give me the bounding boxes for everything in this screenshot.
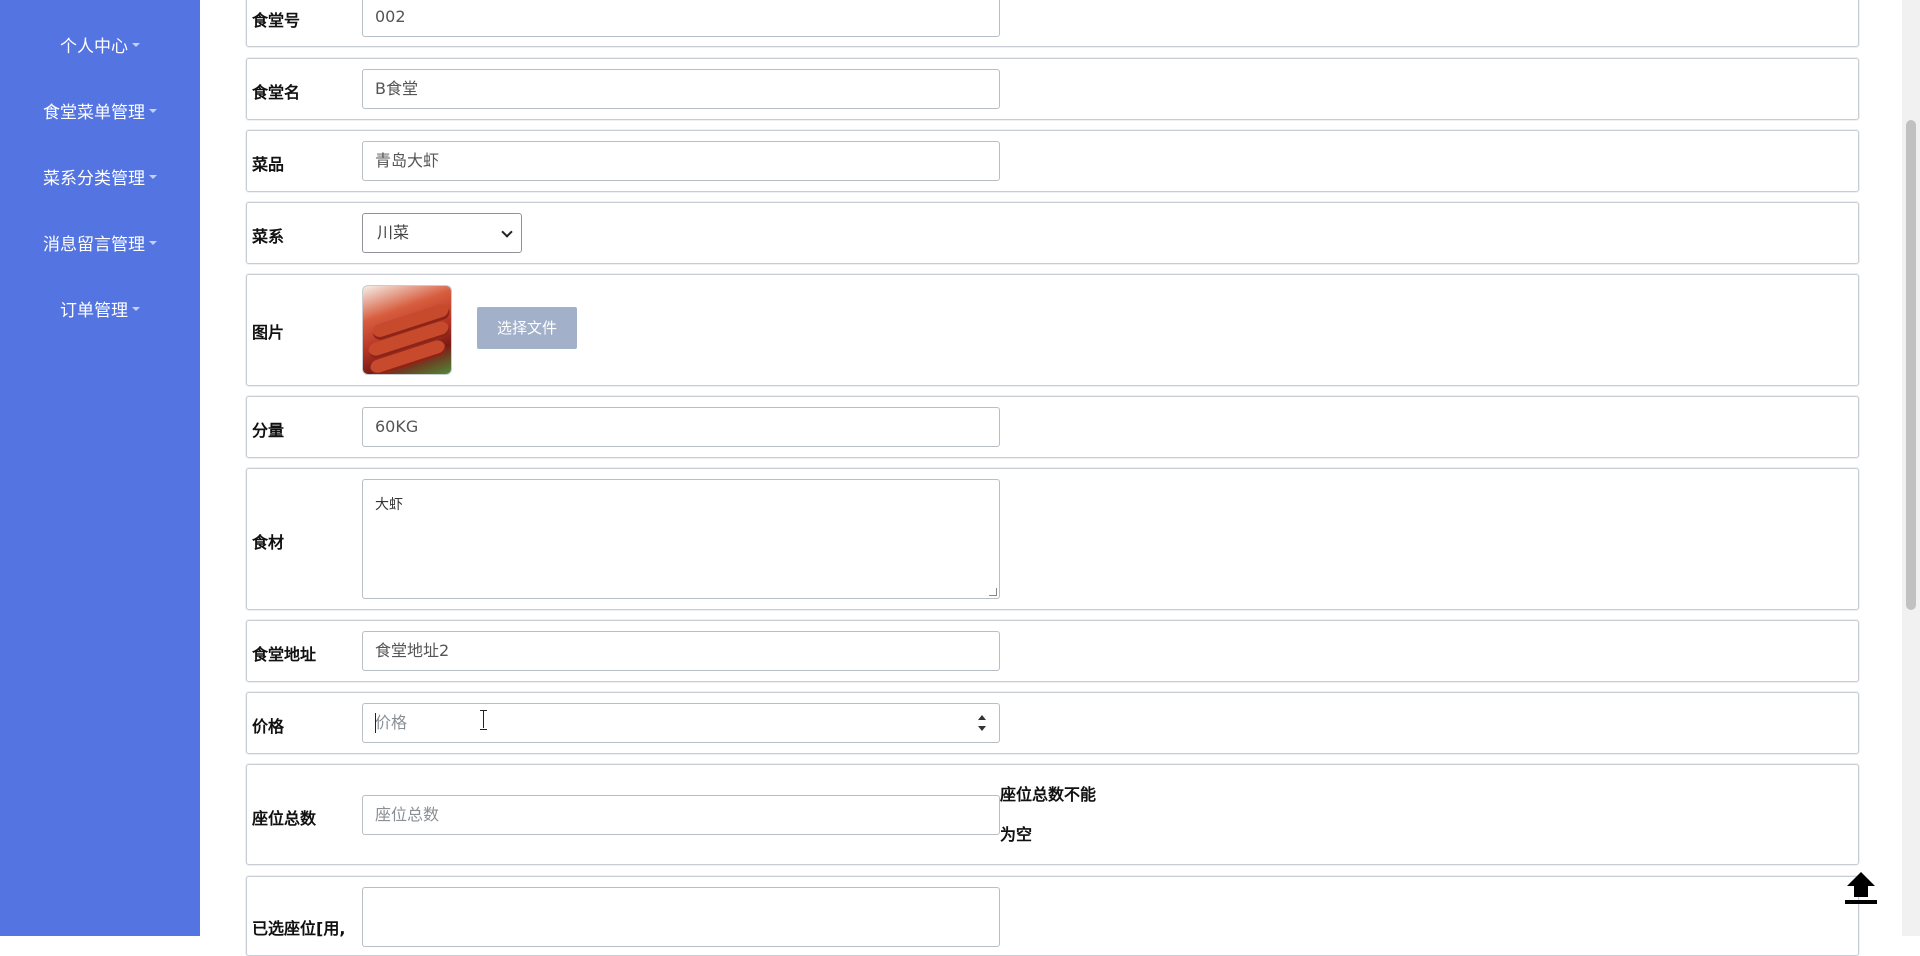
seats-total-error-line1: 座位总数不能 (1000, 785, 1097, 804)
sidebar-item-canteen-menu[interactable]: 食堂菜单管理 (0, 98, 200, 128)
price-label: 价格 (252, 717, 285, 736)
form-row-ingredients: 食材 大虾 (246, 468, 1859, 610)
cuisine-select-value: 川菜 (377, 223, 410, 242)
selected-seats-input[interactable] (362, 887, 1000, 947)
dish-label: 菜品 (252, 155, 285, 174)
sidebar-item-messages[interactable]: 消息留言管理 (0, 230, 200, 260)
seats-total-error-line2: 为空 (1000, 825, 1033, 844)
portion-input[interactable]: 60KG (362, 407, 1000, 447)
ingredients-value: 大虾 (375, 497, 403, 513)
canteen-no-input[interactable]: 002 (362, 0, 1000, 37)
seats-total-input[interactable]: 座位总数 (362, 795, 1000, 835)
form-row-dish: 菜品 青岛大虾 (246, 130, 1859, 192)
selected-seats-label: 已选座位[用, (252, 919, 346, 938)
text-caret (375, 713, 376, 733)
caret-down-icon (132, 307, 140, 311)
chevron-down-icon (501, 226, 513, 238)
sidebar: 个人中心 食堂菜单管理 菜系分类管理 消息留言管理 订单管理 (0, 0, 200, 936)
caret-down-icon (132, 43, 140, 47)
caret-down-icon (149, 175, 157, 179)
canteen-name-input[interactable]: B食堂 (362, 69, 1000, 109)
price-input[interactable]: 价格 (362, 703, 1000, 743)
caret-down-icon (149, 109, 157, 113)
sidebar-item-orders[interactable]: 订单管理 (0, 296, 200, 326)
cuisine-label: 菜系 (252, 227, 285, 246)
canteen-no-label: 食堂号 (252, 11, 301, 30)
seats-total-label: 座位总数 (252, 809, 317, 828)
sidebar-item-label: 消息留言管理 (43, 235, 145, 255)
form-row-image: 图片 选择文件 (246, 274, 1859, 386)
form-row-portion: 分量 60KG (246, 396, 1859, 458)
form-row-canteen-no: 食堂号 002 (246, 0, 1859, 47)
cuisine-select[interactable]: 川菜 (362, 213, 522, 253)
caret-down-icon (149, 241, 157, 245)
form-row-canteen-name: 食堂名 B食堂 (246, 58, 1859, 120)
dish-image-preview (362, 285, 452, 375)
ingredients-textarea[interactable]: 大虾 (362, 479, 1000, 599)
address-input[interactable]: 食堂地址2 (362, 631, 1000, 671)
sidebar-item-label: 订单管理 (60, 301, 128, 321)
form-row-cuisine: 菜系 川菜 (246, 202, 1859, 264)
scrollbar-thumb[interactable] (1906, 120, 1916, 610)
sidebar-item-personal-center[interactable]: 个人中心 (0, 32, 200, 62)
price-placeholder: 价格 (375, 713, 408, 732)
page-scrollbar[interactable] (1902, 0, 1920, 936)
image-label: 图片 (252, 323, 285, 342)
mouse-ibeam-cursor (480, 710, 488, 730)
address-label: 食堂地址 (252, 645, 317, 664)
sidebar-item-label: 菜系分类管理 (43, 169, 145, 189)
sidebar-item-cuisine-category[interactable]: 菜系分类管理 (0, 164, 200, 194)
form-row-seats-total: 座位总数 座位总数 座位总数不能 为空 (246, 764, 1859, 865)
dish-input[interactable]: 青岛大虾 (362, 141, 1000, 181)
resize-grip-icon[interactable] (989, 588, 997, 596)
form-row-address: 食堂地址 食堂地址2 (246, 620, 1859, 682)
sidebar-item-label: 食堂菜单管理 (43, 103, 145, 123)
choose-file-button[interactable]: 选择文件 (477, 307, 577, 349)
canteen-name-label: 食堂名 (252, 83, 301, 102)
portion-label: 分量 (252, 421, 285, 440)
form-row-selected-seats: 已选座位[用, (246, 876, 1859, 956)
number-spinner-icon[interactable] (977, 715, 987, 731)
back-to-top-icon[interactable] (1843, 872, 1879, 908)
sidebar-item-label: 个人中心 (60, 37, 128, 57)
ingredients-label: 食材 (252, 533, 285, 552)
main-form-area: 食堂号 002 食堂名 B食堂 菜品 青岛大虾 菜系 川菜 图片 选择文件 分量… (200, 0, 1900, 956)
